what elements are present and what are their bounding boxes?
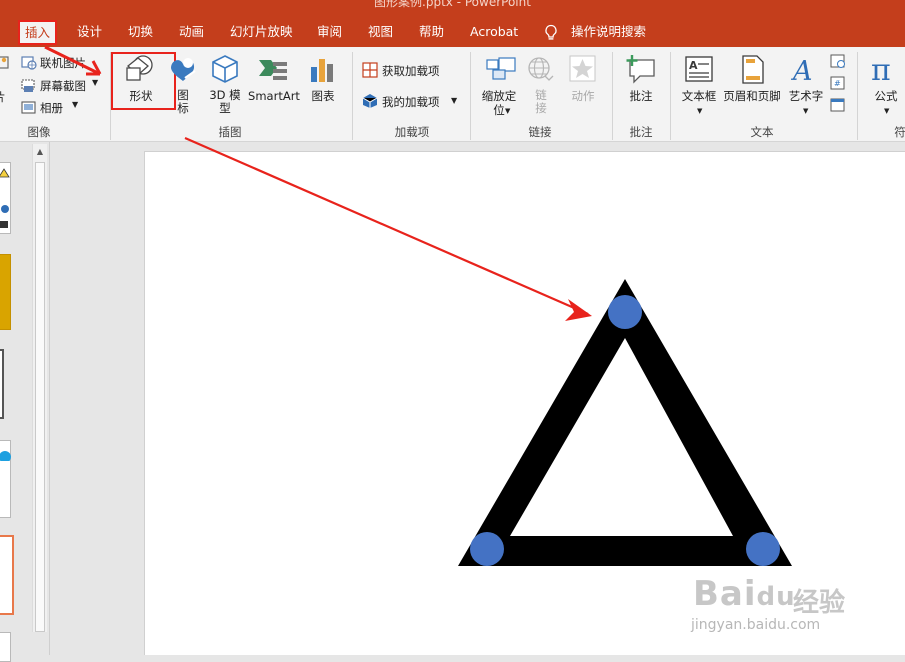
tab-acrobat[interactable]: Acrobat — [470, 22, 518, 44]
zoom-button[interactable]: 缩放定位 — [478, 89, 520, 117]
svg-text:π: π — [871, 53, 891, 85]
tab-animations[interactable]: 动画 — [179, 22, 204, 44]
slide-thumbnail[interactable] — [0, 162, 11, 234]
text-small-icons[interactable]: # — [830, 53, 846, 113]
picture-icon[interactable] — [0, 53, 10, 93]
icons-button[interactable]: 图标 — [174, 89, 192, 115]
zoom-icon[interactable] — [485, 56, 517, 84]
thumbnail-content — [0, 168, 10, 228]
equation-dropdown-icon[interactable]: ▼ — [884, 107, 889, 115]
slide-thumbnail[interactable] — [0, 254, 11, 330]
tab-design[interactable]: 设计 — [77, 22, 102, 44]
equation-icon[interactable]: π — [869, 53, 903, 85]
icons-icon[interactable] — [168, 54, 200, 84]
images-group-label: 图像 — [27, 125, 51, 139]
equation-button[interactable]: 公式 — [870, 89, 902, 103]
photo-album-dropdown-icon[interactable]: ▼ — [72, 100, 78, 109]
3d-model-icon[interactable] — [209, 54, 241, 84]
header-footer-icon[interactable] — [741, 55, 765, 85]
slide-thumbnail[interactable] — [0, 349, 4, 419]
header-footer-button[interactable]: 页眉和页脚 — [720, 89, 784, 103]
thumbnail-content — [0, 451, 11, 463]
group-divider — [612, 52, 613, 140]
my-addins-dropdown-icon[interactable]: ▼ — [451, 96, 457, 105]
wordart-dropdown-icon[interactable]: ▼ — [803, 107, 808, 115]
screenshot-dropdown-icon[interactable]: ▼ — [92, 78, 98, 87]
tab-view[interactable]: 视图 — [368, 22, 393, 44]
textbox-icon[interactable]: A — [684, 55, 714, 85]
online-picture-button[interactable]: 联机图片 — [40, 55, 86, 71]
tell-me-search[interactable]: 操作说明搜索 — [571, 22, 646, 44]
comments-group-label: 批注 — [629, 125, 653, 139]
screenshot-button[interactable]: 屏幕截图 — [40, 78, 86, 94]
smartart-button[interactable]: SmartArt — [245, 89, 303, 103]
group-divider — [670, 52, 671, 140]
get-addins-button[interactable]: 获取加载项 — [382, 63, 440, 79]
links-group-label: 链接 — [528, 125, 552, 139]
shapes-icon[interactable] — [124, 54, 156, 84]
slide-thumbnail[interactable] — [0, 440, 11, 518]
svg-text:#: # — [834, 79, 841, 88]
slide-thumbnail[interactable] — [0, 632, 11, 662]
scrollbar-thumb[interactable] — [35, 162, 45, 632]
tab-slideshow[interactable]: 幻灯片放映 — [230, 22, 293, 44]
addins-group-label: 加载项 — [394, 125, 430, 139]
scroll-up-arrow-icon[interactable]: ▲ — [33, 144, 47, 160]
title-tab-bar: 图形案例.pptx - PowerPoint 插入 设计 切换 动画 幻灯片放映… — [0, 0, 905, 47]
chart-button[interactable]: 图表 — [305, 89, 341, 103]
tab-insert[interactable]: 插入 — [18, 20, 58, 45]
action-icon — [569, 55, 596, 82]
photo-album-icon — [21, 101, 36, 114]
chart-icon[interactable] — [308, 54, 338, 84]
tab-transitions[interactable]: 切换 — [128, 22, 153, 44]
comment-icon[interactable] — [624, 54, 658, 84]
symbols-group-label: 符 — [894, 125, 905, 139]
action-button[interactable]: 动作 — [566, 89, 600, 103]
comment-button[interactable]: 批注 — [622, 89, 660, 103]
tab-review[interactable]: 审阅 — [317, 22, 342, 44]
zoom-dropdown-icon[interactable]: ▼ — [505, 107, 510, 115]
slide-canvas[interactable] — [144, 151, 905, 655]
thumbnail-scrollbar[interactable]: ▲ — [32, 144, 47, 632]
ribbon: 片 联机图片 屏幕截图 ▼ 相册 ▼ 图像 形状 图标 3D 模型 — [0, 47, 905, 142]
link-icon — [528, 57, 554, 81]
my-addins-button[interactable]: 我的加载项 — [382, 94, 440, 110]
picture-label-partial[interactable]: 片 — [0, 89, 6, 105]
tab-help[interactable]: 帮助 — [419, 22, 444, 44]
photo-album-button[interactable]: 相册 — [40, 100, 63, 116]
text-group-label: 文本 — [750, 125, 774, 139]
slide-thumbnail-selected[interactable] — [0, 535, 14, 615]
online-picture-icon — [21, 56, 37, 70]
document-title: 图形案例.pptx - PowerPoint — [374, 0, 531, 9]
smartart-icon[interactable] — [257, 54, 291, 84]
my-addins-icon — [362, 94, 378, 108]
group-divider — [857, 52, 858, 140]
illustrations-group-label: 插图 — [218, 125, 242, 139]
lightbulb-icon[interactable] — [543, 24, 559, 42]
group-divider — [352, 52, 353, 140]
store-icon — [362, 62, 378, 78]
screenshot-icon — [21, 79, 35, 92]
svg-text:A: A — [790, 56, 813, 86]
group-divider — [470, 52, 471, 140]
svg-text:A: A — [689, 59, 698, 72]
textbox-button[interactable]: 文本框 — [679, 89, 719, 103]
wordart-icon[interactable]: A — [790, 54, 820, 86]
link-button[interactable]: 链接 — [533, 89, 549, 115]
3d-model-button[interactable]: 3D 模型 — [209, 89, 241, 115]
wordart-button[interactable]: 艺术字 — [786, 89, 826, 103]
shapes-button[interactable]: 形状 — [121, 89, 161, 103]
textbox-dropdown-icon[interactable]: ▼ — [697, 107, 702, 115]
